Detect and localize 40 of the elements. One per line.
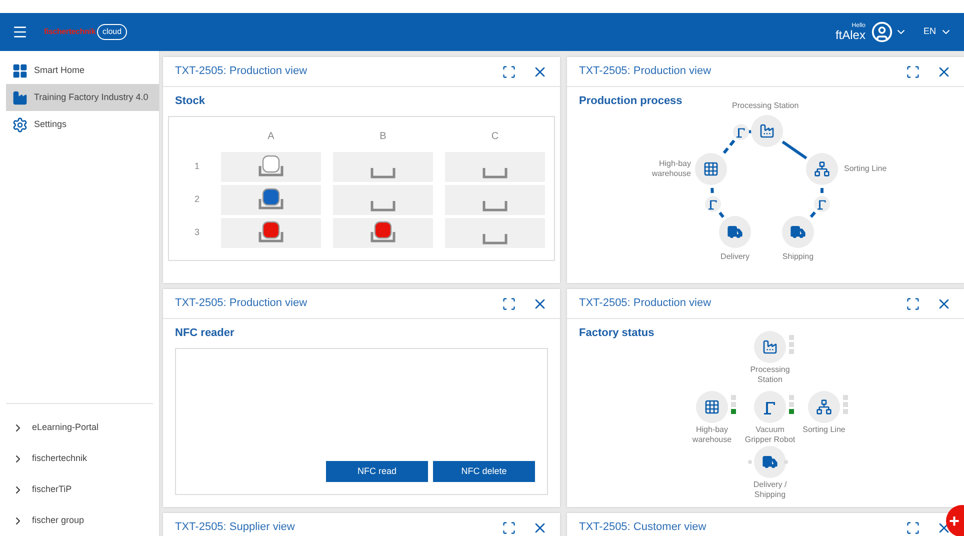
station-label: Processing Station xyxy=(749,365,791,385)
row-label: 3 xyxy=(194,226,200,239)
column-label: B xyxy=(380,130,386,144)
section-heading: Production process xyxy=(578,94,684,109)
sidebar-link[interactable]: fischertechnik xyxy=(6,443,153,474)
sidebar-item[interactable]: Training Factory Industry 4.0 xyxy=(6,84,159,111)
panel-title: TXT-2505: Production view xyxy=(175,64,308,80)
column-label: A xyxy=(268,130,274,144)
panel-title: TXT-2505: Supplier view xyxy=(175,520,296,536)
station-label: High-bay warehouse xyxy=(650,159,691,179)
panel-title: TXT-2505: Production view xyxy=(579,64,712,80)
station-label: Vacuum Gripper Robot xyxy=(744,425,796,445)
sidebar-link[interactable]: fischerTiP xyxy=(6,474,153,505)
station-label: Delivery / Shipping xyxy=(752,480,788,500)
section-heading: Stock xyxy=(174,94,206,109)
user-name: ftAlex xyxy=(835,29,866,41)
logo-cloud: cloud xyxy=(97,24,127,40)
sidebar-link[interactable]: fischer group xyxy=(6,505,153,536)
nfc-button[interactable]: NFC delete xyxy=(433,461,535,482)
station-label: Sorting Line xyxy=(802,425,846,435)
sidebar-item[interactable]: Settings xyxy=(6,111,159,138)
sidebar-link[interactable]: eLearning-Portal xyxy=(6,412,153,443)
station-label: Processing Station xyxy=(732,101,799,111)
section-heading: Factory status xyxy=(578,326,656,341)
nfc-button[interactable]: NFC read xyxy=(326,461,428,482)
row-label: 2 xyxy=(194,192,200,206)
section-heading: NFC reader xyxy=(174,326,236,341)
column-label: C xyxy=(491,130,499,144)
station-label: High-bay warehouse xyxy=(691,425,733,445)
panel-title: TXT-2505: Production view xyxy=(175,296,308,312)
language-selector[interactable]: EN xyxy=(923,25,936,39)
logo[interactable]: fischertechnik cloud xyxy=(44,24,127,40)
station-label: Delivery xyxy=(720,252,750,262)
panel-title: TXT-2505: Customer view xyxy=(579,520,708,536)
sidebar-item[interactable]: Smart Home xyxy=(6,57,159,84)
row-label: 1 xyxy=(194,160,200,173)
logo-brand: fischertechnik xyxy=(44,26,96,38)
station-label: Shipping xyxy=(781,252,815,262)
station-label: Sorting Line xyxy=(844,164,887,174)
panel-title: TXT-2505: Production view xyxy=(579,296,712,312)
